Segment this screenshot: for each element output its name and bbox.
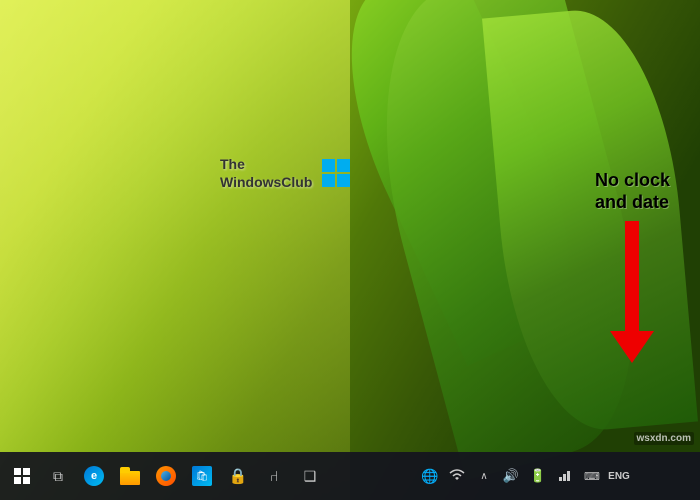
annotation-line2: and date <box>595 192 669 212</box>
tray-language-icon[interactable]: ENG <box>607 464 631 488</box>
taskbar-left-icons: ⧉ e 🛍 🔒 <box>6 460 326 492</box>
taskbar: ⧉ e 🛍 🔒 <box>0 452 700 500</box>
logo-line1: The <box>220 156 245 172</box>
logo-line2: WindowsClub <box>220 174 312 190</box>
store-button[interactable]: 🛍 <box>186 460 218 492</box>
task-view-button[interactable]: ⧉ <box>42 460 74 492</box>
tray-volume-icon[interactable]: 🔊 <box>499 464 523 488</box>
bluetooth-button[interactable]: ⑁ <box>258 460 290 492</box>
edge-button[interactable]: e <box>78 460 110 492</box>
store-icon: 🛍 <box>192 466 212 486</box>
annotation-arrow <box>610 221 654 363</box>
firefox-icon <box>156 466 176 486</box>
tray-network-icon[interactable] <box>553 464 577 488</box>
logo-text: The WindowsClub <box>220 155 312 191</box>
tray-globe-icon[interactable]: 🌐 <box>418 464 442 488</box>
arrow-head <box>610 331 654 363</box>
unknown-app-button[interactable]: ❑ <box>294 460 326 492</box>
no-clock-area <box>634 456 694 496</box>
logo-area: The WindowsClub <box>220 155 350 191</box>
file-explorer-icon <box>120 467 140 485</box>
annotation-text: No clock and date <box>595 170 670 213</box>
lock-button[interactable]: 🔒 <box>222 460 254 492</box>
edge-icon: e <box>84 466 104 486</box>
desktop: The WindowsClub No clock and date wsxdn.… <box>0 0 700 500</box>
tray-wifi-icon[interactable] <box>445 464 469 488</box>
tray-keyboard-icon[interactable]: ⌨ <box>580 464 604 488</box>
background-left-highlight <box>0 0 350 500</box>
tray-battery-icon[interactable]: 🔋 <box>526 464 550 488</box>
start-grid-icon <box>14 468 30 484</box>
watermark: wsxdn.com <box>634 432 694 445</box>
start-button[interactable] <box>6 460 38 492</box>
system-tray: 🌐 ∧ 🔊 🔋 ⌨ ENG <box>418 456 694 496</box>
annotation-callout: No clock and date <box>595 170 670 363</box>
tray-expand-icon[interactable]: ∧ <box>472 464 496 488</box>
file-explorer-button[interactable] <box>114 460 146 492</box>
annotation-line1: No clock <box>595 170 670 190</box>
windows-logo-icon <box>322 159 350 187</box>
firefox-button[interactable] <box>150 460 182 492</box>
arrow-shaft <box>625 221 639 331</box>
